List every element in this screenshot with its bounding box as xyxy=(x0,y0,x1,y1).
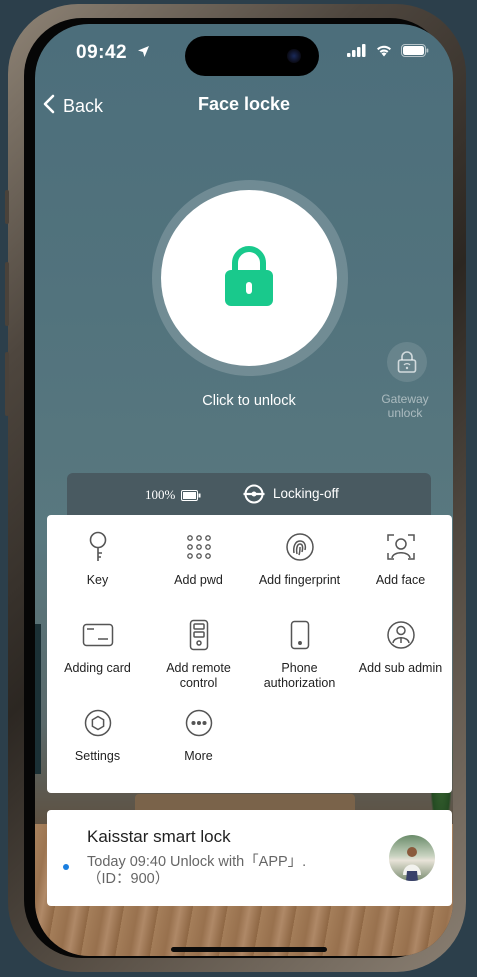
location-arrow-icon xyxy=(137,42,150,64)
grid-item-add-pwd[interactable]: Add pwd xyxy=(148,531,249,588)
locking-status-text: Locking-off xyxy=(273,486,339,501)
gateway-unlock-label: Gateway unlock xyxy=(381,392,429,420)
keypad-icon xyxy=(148,531,249,563)
unlock-label: Click to unlock xyxy=(202,393,296,409)
status-time: 09:42 xyxy=(76,42,150,64)
grid-label-more: More xyxy=(184,749,213,763)
grid-label-key: Key xyxy=(86,573,109,587)
gateway-unlock-button[interactable] xyxy=(387,342,427,382)
battery-percent: 100% xyxy=(145,487,176,502)
volume-down-button xyxy=(5,352,9,416)
grid-label-add-pwd: Add pwd xyxy=(174,573,223,587)
unlock-button[interactable] xyxy=(161,190,337,366)
remote-icon xyxy=(148,619,249,651)
key-icon xyxy=(47,531,148,563)
camera-icon xyxy=(287,49,301,63)
mute-switch xyxy=(5,190,9,224)
device-name: Kaisstar smart lock xyxy=(87,827,231,846)
fingerprint-icon xyxy=(249,531,350,563)
grid-item-add-remote-control[interactable]: Add remote control xyxy=(148,619,249,691)
page-title: Face locke xyxy=(197,94,291,114)
grid-label-add-remote-control: Add remote control xyxy=(166,661,231,690)
padlock-icon xyxy=(223,246,275,313)
time-text: 09:42 xyxy=(76,42,128,63)
settings-icon xyxy=(47,707,148,739)
grid-label-phone-authorization: Phone authorization xyxy=(263,661,336,690)
grid-label-add-fingerprint: Add fingerprint xyxy=(258,573,341,587)
home-indicator[interactable] xyxy=(171,947,327,952)
locking-mode-icon xyxy=(243,483,265,510)
more-icon xyxy=(148,707,249,739)
app-screen: 09:42 Back Face locke Click to unlock Ga… xyxy=(35,24,453,956)
function-grid: Key Add pwd Add fingerprint Add face Add… xyxy=(47,515,452,793)
background-room-detail xyxy=(35,624,41,774)
grid-item-add-face[interactable]: Add face xyxy=(350,531,451,588)
grid-item-add-sub-admin[interactable]: Add sub admin xyxy=(350,619,451,676)
grid-label-adding-card: Adding card xyxy=(64,661,131,675)
avatar xyxy=(389,835,435,881)
status-icons xyxy=(347,44,429,62)
face-scan-icon xyxy=(350,531,451,563)
unlock-record-card[interactable]: Kaisstar smart lock Today 09:40 Unlock w… xyxy=(47,810,452,906)
latest-unlock-record: Today 09:40 Unlock with「APP」.（ID：900） xyxy=(87,854,307,887)
grid-item-phone-authorization[interactable]: Phone authorization xyxy=(249,619,350,691)
status-bar: 09:42 xyxy=(35,24,453,84)
grid-item-settings[interactable]: Settings xyxy=(47,707,148,764)
dynamic-island xyxy=(185,36,319,76)
grid-item-adding-card[interactable]: Adding card xyxy=(47,619,148,676)
wifi-icon xyxy=(375,44,393,62)
grid-label-add-face: Add face xyxy=(375,573,426,587)
lock-info-bar: 100% Locking-off xyxy=(67,473,431,515)
grid-item-more[interactable]: More xyxy=(148,707,249,764)
phone-icon xyxy=(249,619,350,651)
volume-up-button xyxy=(5,262,9,326)
record-dot-icon xyxy=(63,864,69,870)
grid-item-key[interactable]: Key xyxy=(47,531,148,588)
card-icon xyxy=(47,619,148,651)
battery-status-icon xyxy=(401,44,429,62)
battery-icon xyxy=(181,488,201,506)
sub-admin-icon xyxy=(350,619,451,651)
grid-label-add-sub-admin: Add sub admin xyxy=(358,661,443,675)
grid-item-add-fingerprint[interactable]: Add fingerprint xyxy=(249,531,350,588)
cellular-signal-icon xyxy=(347,44,367,62)
grid-label-settings: Settings xyxy=(74,749,121,763)
